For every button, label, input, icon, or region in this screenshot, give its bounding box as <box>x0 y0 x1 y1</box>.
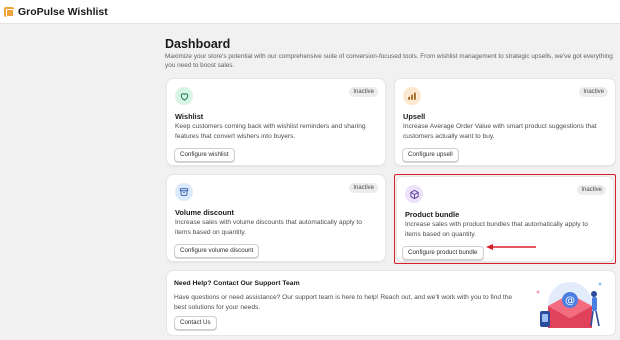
support-card: Need Help? Contact Our Support Team Have… <box>166 270 616 336</box>
app-logo-icon <box>4 6 14 17</box>
configure-volume-discount-button[interactable]: Configure volume discount <box>174 244 260 258</box>
configure-product-bundle-button[interactable]: Configure product bundle <box>402 246 484 260</box>
svg-text:@: @ <box>565 296 575 307</box>
configure-upsell-button[interactable]: Configure upsell <box>402 148 459 162</box>
support-title: Need Help? Contact Our Support Team <box>174 280 300 287</box>
status-badge: Inactive <box>349 183 378 193</box>
status-badge: Inactive <box>579 87 608 97</box>
card-description: Increase sales with volume discounts tha… <box>175 219 362 236</box>
upsell-card: Inactive Upsell Increase Average Order V… <box>394 78 616 166</box>
volume-discount-card: Inactive Volume discount Increase sales … <box>166 174 386 262</box>
card-description: Keep customers coming back with wishlist… <box>175 123 366 140</box>
page-title: Dashboard <box>165 37 231 51</box>
wishlist-card: Inactive Wishlist Keep customers coming … <box>166 78 386 166</box>
app-header: GroPulse Wishlist <box>0 0 620 24</box>
status-badge: Inactive <box>349 87 378 97</box>
card-description: Increase Average Order Value with smart … <box>403 123 597 140</box>
card-title: Wishlist <box>175 112 204 121</box>
card-title: Product bundle <box>405 210 460 219</box>
arrow-left-icon <box>486 244 536 250</box>
status-badge: Inactive <box>577 185 606 195</box>
page-subtitle: Maximize your store's potential with our… <box>165 53 613 69</box>
card-title: Upsell <box>403 112 426 121</box>
contact-us-button[interactable]: Contact Us <box>174 316 217 330</box>
card-title: Volume discount <box>175 208 234 217</box>
heart-icon <box>175 87 193 105</box>
bar-chart-icon <box>403 87 421 105</box>
configure-wishlist-button[interactable]: Configure wishlist <box>174 148 235 162</box>
support-illustration-icon: @ <box>536 282 602 328</box>
package-icon <box>405 185 423 203</box>
card-description: Increase sales with product bundles that… <box>405 221 588 238</box>
app-title: GroPulse Wishlist <box>18 5 108 18</box>
support-description: Have questions or need assistance? Our s… <box>174 294 513 311</box>
archive-box-icon <box>175 183 193 201</box>
